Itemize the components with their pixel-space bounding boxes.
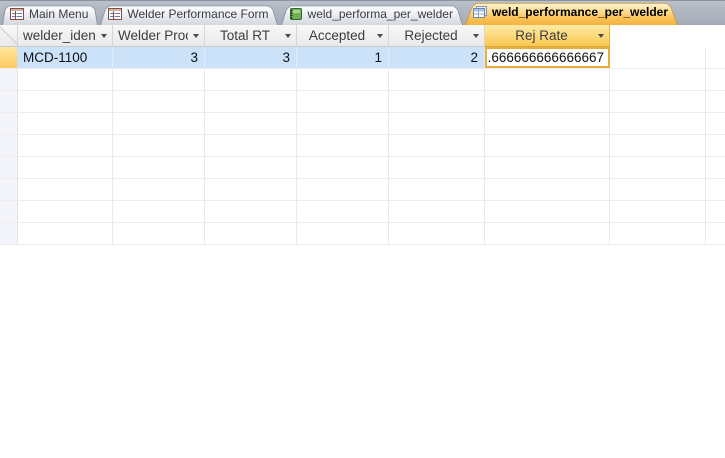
filter-dropdown-icon[interactable] (285, 34, 291, 38)
tab-main-menu[interactable]: Main Menu (2, 4, 98, 25)
record-selector (0, 135, 18, 156)
column-header-total-rt[interactable]: Total RT (205, 25, 297, 47)
column-header-label: Accepted (302, 28, 372, 43)
empty-row (0, 223, 725, 245)
header-filler (610, 25, 725, 47)
record-selector (0, 201, 18, 222)
empty-row (0, 69, 725, 91)
column-header-label: Total RT (210, 28, 280, 43)
empty-row (0, 113, 725, 135)
tab-label: Welder Performance Form (127, 7, 268, 21)
form-icon (10, 7, 24, 21)
empty-row (0, 201, 725, 223)
cell-welder-proc[interactable]: 3 (113, 47, 205, 68)
tab-label: weld_performa_per_welder (308, 7, 453, 21)
document-tab-bar: Main Menu Welder Performance Form weld_per… (0, 0, 725, 25)
column-header-label: Welder Proc (118, 28, 188, 43)
tab-label: weld_performance_per_welder (492, 5, 668, 19)
filter-dropdown-icon[interactable] (377, 34, 383, 38)
record-selector (0, 223, 18, 244)
column-header-welder-iden[interactable]: welder_iden (18, 25, 113, 47)
gridline (296, 69, 297, 245)
cell-welder-iden[interactable]: MCD-1100 (18, 47, 113, 68)
cell-rejected[interactable]: 2 (389, 47, 485, 68)
gridline (609, 69, 610, 245)
filter-dropdown-icon[interactable] (193, 34, 199, 38)
gridline (484, 69, 485, 245)
filter-dropdown-icon[interactable] (598, 34, 604, 38)
datasheet-icon (473, 5, 487, 19)
form-icon (108, 7, 122, 21)
empty-row (0, 179, 725, 201)
column-header-rej-rate[interactable]: Rej Rate (485, 25, 610, 47)
cell-rej-rate[interactable]: 0.666666666666667 (485, 47, 610, 68)
column-header-label: welder_iden (23, 28, 96, 43)
gridline (112, 69, 113, 245)
column-header-label: Rejected (394, 28, 468, 43)
record-selector (0, 69, 18, 90)
column-header-rejected[interactable]: Rejected (389, 25, 485, 47)
gridline (388, 69, 389, 245)
cell-total-rt[interactable]: 3 (205, 47, 297, 68)
empty-row (0, 91, 725, 113)
record-selector (0, 91, 18, 112)
record-selector (0, 113, 18, 134)
report-icon (289, 7, 303, 21)
tab-weld-performance-per-welder[interactable]: weld_performance_per_welder (465, 1, 678, 25)
table-row: MCD-110033120.666666666666667 (0, 47, 725, 69)
record-selector (0, 157, 18, 178)
empty-row (0, 157, 725, 179)
filter-dropdown-icon[interactable] (101, 34, 107, 38)
tab-welder-performance-form[interactable]: Welder Performance Form (100, 4, 278, 25)
column-header-accepted[interactable]: Accepted (297, 25, 389, 47)
column-header-welder-proc[interactable]: Welder Proc (113, 25, 205, 47)
column-header-label: Rej Rate (490, 28, 593, 43)
select-all-corner[interactable] (0, 25, 18, 47)
gridline (204, 69, 205, 245)
tab-weld-performa-per-welder[interactable]: weld_performa_per_welder (281, 4, 463, 25)
column-header-row: welder_iden Welder Proc Total RT Accepted Re… (0, 25, 725, 47)
record-selector (0, 179, 18, 200)
record-selector[interactable] (0, 47, 18, 68)
tab-label: Main Menu (29, 7, 88, 21)
access-window: Main Menu Welder Performance Form weld_per… (0, 0, 725, 458)
empty-row (0, 135, 725, 157)
cell-accepted[interactable]: 1 (297, 47, 389, 68)
filter-dropdown-icon[interactable] (473, 34, 479, 38)
gridline (705, 47, 706, 245)
